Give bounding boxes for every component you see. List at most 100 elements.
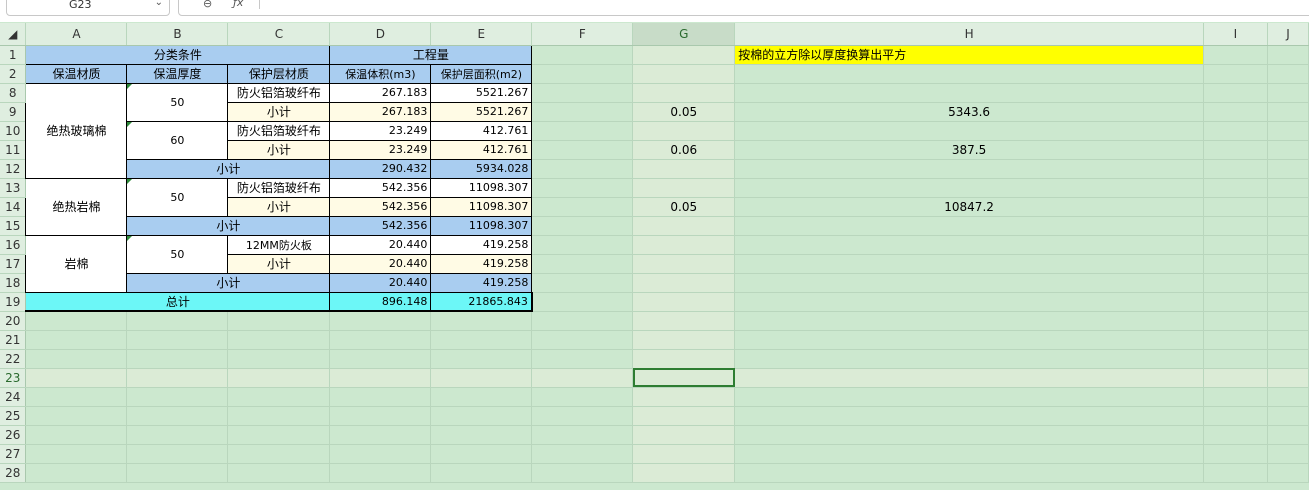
cell[interactable] [329,330,432,350]
cell[interactable] [1267,273,1309,293]
cell[interactable] [329,463,432,483]
cell[interactable] [632,178,736,198]
cell[interactable] [734,178,1204,198]
row-header[interactable]: 8 [0,83,27,103]
cell[interactable] [531,102,634,122]
header-classification[interactable]: 分类条件 [25,44,331,65]
cell[interactable] [25,368,128,388]
thickness-value-cell[interactable]: 0.06 [632,140,736,160]
cell[interactable] [430,311,533,331]
cell[interactable] [632,330,736,350]
cell[interactable] [126,349,229,369]
group-subtotal-label[interactable]: 小计 [126,272,331,293]
cell[interactable] [227,368,331,388]
cell[interactable] [1267,444,1309,464]
column-header-i[interactable]: I [1203,23,1268,46]
volume-cell[interactable]: 542.356 [329,177,432,198]
cell[interactable] [531,273,634,293]
name-box[interactable]: G23 ⌄ [6,0,170,16]
area-cell[interactable]: 5521.267 [430,82,533,103]
cell[interactable] [531,235,634,255]
row-header[interactable]: 14 [0,197,27,217]
cell[interactable] [734,406,1204,426]
cell[interactable] [632,444,736,464]
row-header[interactable]: 28 [0,463,27,483]
area-cell[interactable]: 5934.028 [430,158,533,179]
cell[interactable] [1267,463,1309,483]
volume-cell[interactable]: 290.432 [329,158,432,179]
row-header[interactable]: 25 [0,406,27,426]
volume-cell[interactable]: 542.356 [329,196,432,217]
cell[interactable] [734,444,1204,464]
cell[interactable] [632,349,736,369]
cell[interactable] [1203,197,1268,217]
cell[interactable] [531,121,634,141]
volume-cell[interactable]: 267.183 [329,82,432,103]
cell[interactable] [329,425,432,445]
cell[interactable] [632,159,736,179]
cell[interactable] [531,254,634,274]
cell[interactable] [1267,216,1309,236]
subtotal-label[interactable]: 小计 [227,101,331,122]
cell[interactable] [1267,197,1309,217]
cell[interactable] [734,64,1204,84]
chevron-down-icon[interactable]: ⌄ [155,0,163,8]
cell[interactable] [734,463,1204,483]
cell[interactable] [632,216,736,236]
cell[interactable] [632,292,736,312]
cell[interactable] [25,406,128,426]
area-cell[interactable]: 419.258 [430,253,533,274]
cell[interactable] [531,311,634,331]
area-cell[interactable]: 412.761 [430,139,533,160]
cell[interactable] [632,235,736,255]
cell[interactable] [734,292,1204,312]
cell[interactable] [329,387,432,407]
cell[interactable] [734,121,1204,141]
cell[interactable] [1203,102,1268,122]
column-header-d[interactable]: D [329,23,432,46]
cell[interactable] [1267,349,1309,369]
cell[interactable] [430,425,533,445]
thickness-value-cell[interactable]: 0.05 [632,197,736,217]
row-header[interactable]: 1 [0,45,27,65]
cell[interactable] [632,463,736,483]
cell[interactable] [1203,45,1268,65]
cell[interactable] [126,425,229,445]
cell[interactable] [1203,83,1268,103]
cell[interactable] [1203,406,1268,426]
material-rock-wool[interactable]: 绝热岩棉 [25,177,128,236]
volume-cell[interactable]: 20.440 [329,253,432,274]
area-cell[interactable]: 11098.307 [430,177,533,198]
grand-total-area[interactable]: 21865.843 [430,291,533,312]
protective-cell[interactable]: 防火铝箔玻纤布 [227,82,331,103]
cell[interactable] [1267,425,1309,445]
cell[interactable] [329,368,432,388]
cell[interactable] [632,83,736,103]
cell[interactable] [632,64,736,84]
cell[interactable] [126,406,229,426]
row-header[interactable]: 10 [0,121,27,141]
cell[interactable] [531,406,634,426]
cell[interactable] [632,406,736,426]
formula-input[interactable]: ⊖ ƒx [178,0,1309,16]
cell[interactable] [632,273,736,293]
cell[interactable] [227,311,331,331]
cell[interactable] [734,216,1204,236]
note-cell[interactable]: 按棉的立方除以厚度换算出平方 [734,45,1204,65]
cell[interactable] [531,45,634,65]
volume-cell[interactable]: 23.249 [329,120,432,141]
converted-area-cell[interactable]: 387.5 [734,140,1204,160]
row-header-selected[interactable]: 23 [0,368,27,388]
cell[interactable] [25,387,128,407]
cell[interactable] [430,444,533,464]
cell[interactable] [126,463,229,483]
cell[interactable] [1203,292,1268,312]
cell[interactable] [1203,311,1268,331]
row-header[interactable]: 19 [0,292,27,312]
cell[interactable] [1203,140,1268,160]
cell[interactable] [430,406,533,426]
cell[interactable] [531,178,634,198]
header-area[interactable]: 保护层面积(m2) [430,63,533,84]
cell[interactable] [734,368,1204,388]
cell[interactable] [531,387,634,407]
